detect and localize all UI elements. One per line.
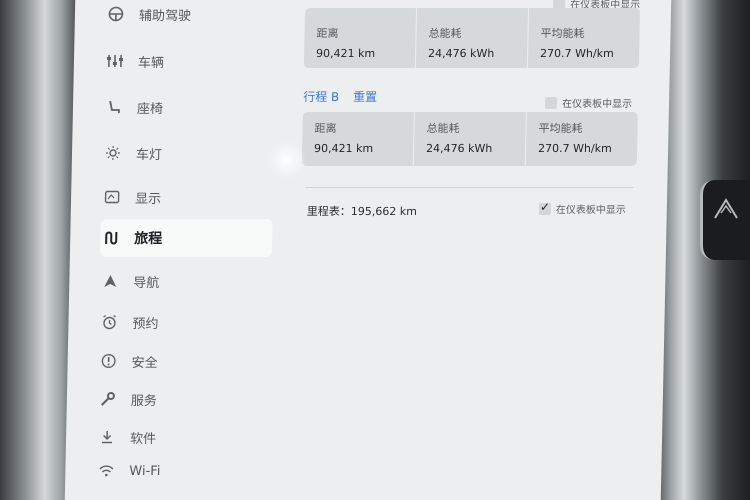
trip-b-energy: 总能耗 24,476 kWh <box>413 112 527 166</box>
checkbox-checked[interactable] <box>538 202 551 215</box>
trip-b-stats: 距离 90,421 km 总能耗 24,476 kWh 平均能耗 270.7 W… <box>301 112 638 166</box>
trip-a-distance: 距离 90,421 km <box>303 8 418 68</box>
light-icon <box>102 145 124 161</box>
trip-b-distance: 距离 90,421 km <box>301 112 415 166</box>
steering-wheel-icon <box>105 6 127 22</box>
sidebar-item-seats[interactable]: 座椅 <box>103 88 276 126</box>
sidebar-item-safety[interactable]: 安全 <box>97 342 270 380</box>
alarm-clock-icon <box>98 314 120 330</box>
trips-icon <box>100 230 122 246</box>
settings-sidebar: 辅助驾驶 车辆 座椅 车灯 显示 旅程 导航 预约 安全 服务 软件 Wi-Fi <box>95 0 280 500</box>
sidebar-item-label: 辅助驾驶 <box>138 8 192 24</box>
sidebar-item-label: 导航 <box>133 275 160 291</box>
sidebar-item-label: 旅程 <box>134 231 163 247</box>
sliders-icon <box>104 53 126 69</box>
divider <box>305 187 634 188</box>
sidebar-item-navigation[interactable]: 导航 <box>99 262 272 300</box>
warning-icon <box>98 353 120 369</box>
reset-button[interactable]: 重置 <box>353 90 377 104</box>
odometer-readout: 里程表：195,662 km <box>306 205 418 218</box>
light-glare <box>266 140 308 180</box>
trip-a-stats: 距离 90,421 km 总能耗 24,476 kWh 平均能耗 270.7 W… <box>303 8 641 68</box>
odometer-dashboard-toggle[interactable]: 在仪表板中显示 <box>538 198 626 217</box>
sidebar-item-trips[interactable]: 旅程 <box>99 219 273 257</box>
sidebar-item-service[interactable]: 服务 <box>96 380 269 418</box>
vent-direction-icon <box>714 198 738 219</box>
sidebar-item-vehicle[interactable]: 车辆 <box>104 42 277 80</box>
trip-a-avg-energy: 平均能耗 270.7 Wh/km <box>539 27 614 60</box>
sidebar-item-label: 显示 <box>134 191 162 207</box>
download-icon <box>96 430 118 444</box>
sidebar-item-software[interactable]: 软件 <box>96 418 269 456</box>
wrench-icon <box>97 391 119 407</box>
checkbox[interactable] <box>544 96 558 109</box>
trip-b-title: 行程 B <box>303 90 340 104</box>
touchscreen: 辅助驾驶 车辆 座椅 车灯 显示 旅程 导航 预约 安全 服务 软件 Wi-Fi… <box>64 0 672 500</box>
sidebar-item-label: 安全 <box>131 355 158 371</box>
sidebar-item-label: Wi-Fi <box>129 463 161 479</box>
sidebar-item-schedule[interactable]: 预约 <box>98 303 271 341</box>
trip-b-header: 行程 B 重置 <box>303 88 377 105</box>
sidebar-item-label: 软件 <box>129 431 157 447</box>
sidebar-item-label: 车灯 <box>135 147 163 163</box>
trip-b-avg-energy: 平均能耗 270.7 Wh/km <box>537 122 612 155</box>
sidebar-item-label: 服务 <box>130 393 158 409</box>
air-vent <box>700 180 750 260</box>
trip-a-energy: 总能耗 24,476 kWh <box>415 8 530 68</box>
trip-b-dashboard-toggle[interactable]: 在仪表板中显示 <box>544 92 632 111</box>
sidebar-item-label: 预约 <box>132 316 159 332</box>
seat-icon <box>103 99 125 115</box>
wifi-icon <box>95 464 117 478</box>
sidebar-item-wifi[interactable]: Wi-Fi <box>95 452 268 490</box>
display-icon <box>101 190 123 204</box>
sidebar-item-label: 座椅 <box>136 101 164 117</box>
sidebar-item-label: 车辆 <box>137 55 165 71</box>
navigation-icon <box>99 274 121 288</box>
sidebar-item-autopilot[interactable]: 辅助驾驶 <box>105 0 278 33</box>
sidebar-item-lights[interactable]: 车灯 <box>102 134 275 172</box>
trips-panel: 在仪表板中显示 距离 90,421 km 总能耗 24,476 kWh 平均能耗… <box>293 0 655 500</box>
sidebar-item-display[interactable]: 显示 <box>101 178 274 216</box>
